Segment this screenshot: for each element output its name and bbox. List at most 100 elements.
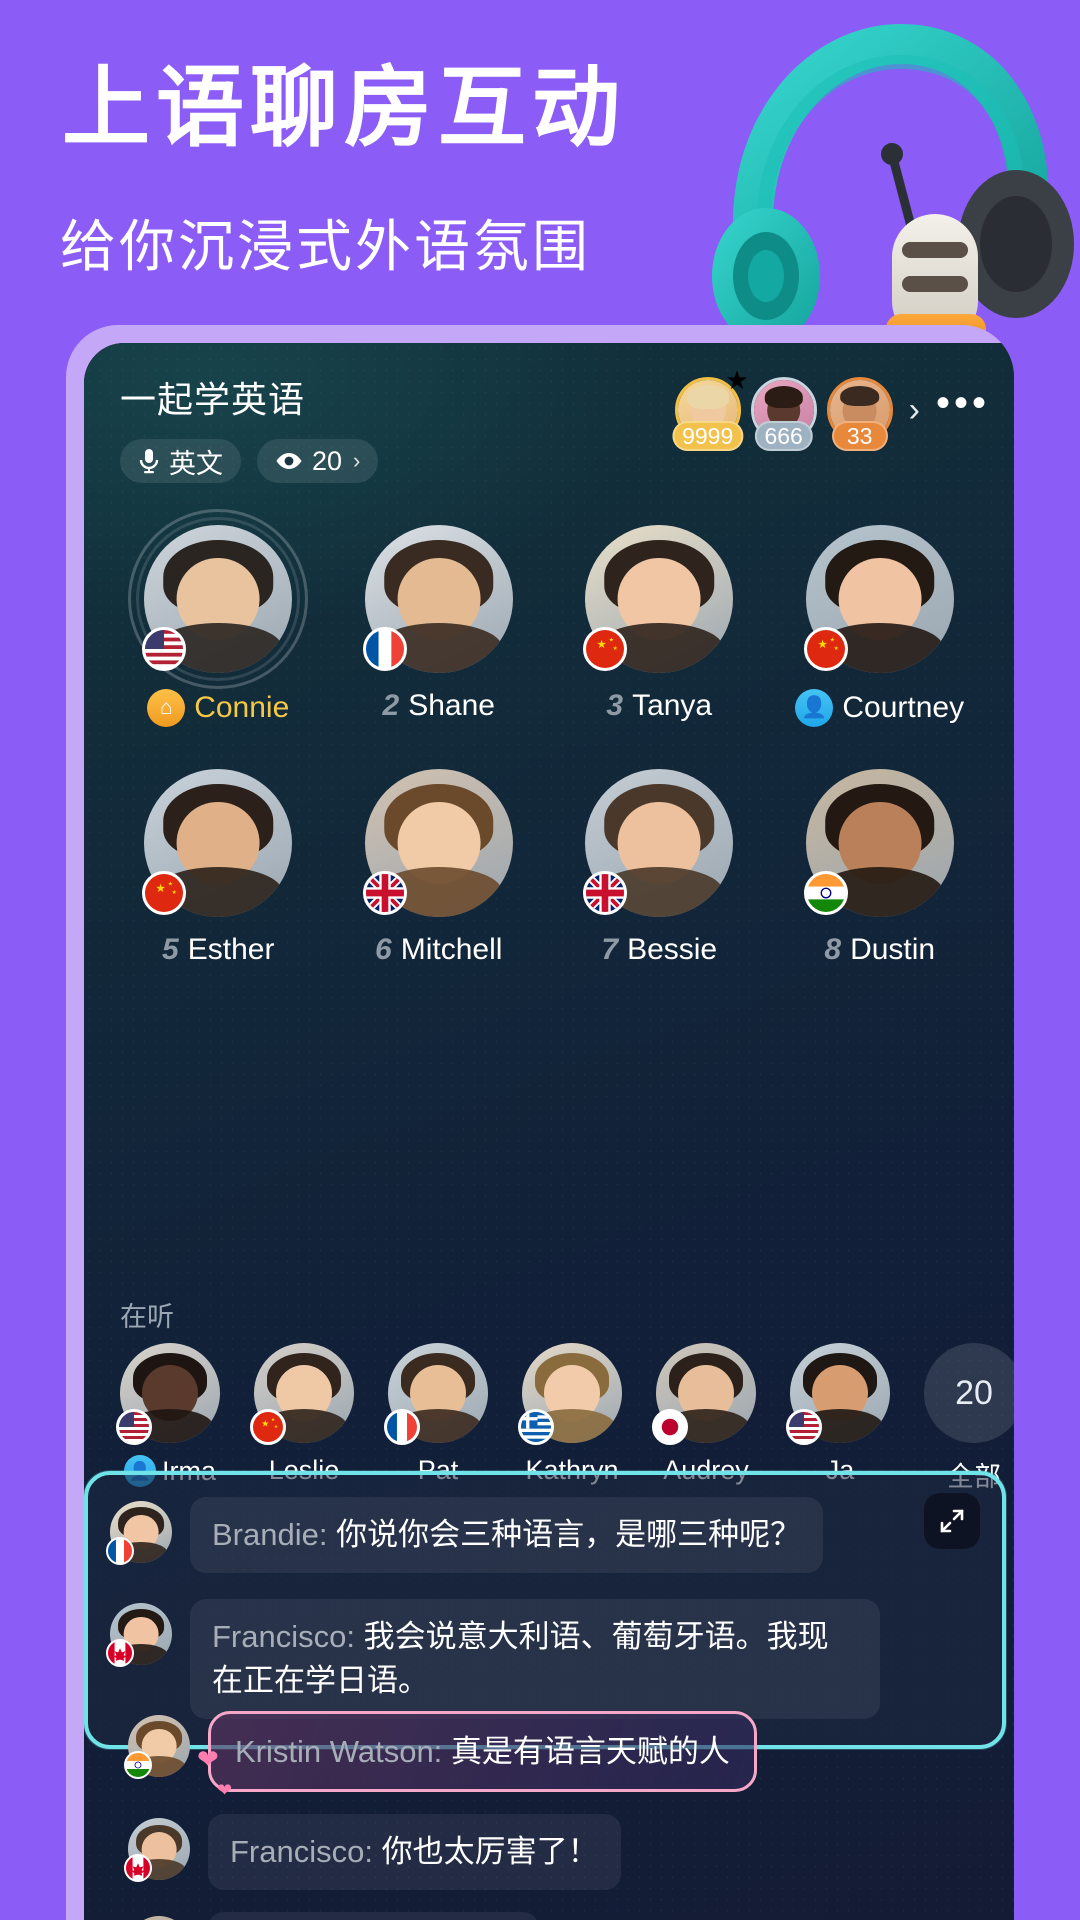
highlighted-messages: Brandie: 你说你会三种语言，是哪三种呢？ Francisco: 我会说意大… <box>106 1497 980 1720</box>
viewers-chip[interactable]: 20 › <box>257 439 379 483</box>
message-avatar-wrap <box>124 1818 190 1883</box>
svg-text:★: ★ <box>271 1417 275 1422</box>
message-bubble: Francisco: 你也太厉害了！ <box>208 1814 621 1891</box>
seat-number: 2 <box>382 689 400 722</box>
chevron-right-icon: › <box>353 448 361 473</box>
heart-icon: ❤ <box>197 1744 219 1774</box>
message-bubble: ❤ ❤ Kristin Watson: 真是有语言天赋的人 <box>197 1711 757 1800</box>
listener-avatar-wrap <box>384 1343 488 1445</box>
flag-icon-cn: ★ ★ ★ <box>803 627 848 671</box>
svg-text:★: ★ <box>168 880 173 887</box>
room-header-left: 一起学英语 英文 20 › <box>120 371 379 483</box>
message-avatar-wrap <box>106 1603 172 1668</box>
contributor-rank-2[interactable]: 666 <box>750 377 817 451</box>
chat-message[interactable]: Francisco: 你也太厉害了！ <box>124 1814 998 1891</box>
chat-message[interactable]: Priscilla: 给你鼓掌👏 <box>128 1912 998 1920</box>
chat-message-list[interactable]: ❤ ❤ Kristin Watson: 真是有语言天赋的人 Francisco: 你也… <box>124 1711 998 1920</box>
flag-icon-jp <box>652 1409 688 1445</box>
svg-text:★: ★ <box>613 645 618 652</box>
moderator-badge-icon: 👤 <box>795 689 834 727</box>
contributor-count: 9999 <box>672 421 744 451</box>
crown-icon: ★ <box>725 365 749 395</box>
flag-icon-fr <box>106 1537 134 1565</box>
flag-icon-cn: ★ ★ ★ <box>583 627 628 671</box>
microphone-icon <box>139 449 159 474</box>
speaker-seat-esther[interactable]: ★ ★ ★ 5 Esther <box>108 769 329 967</box>
avatar <box>128 1916 190 1920</box>
flag-icon-ca <box>106 1639 134 1668</box>
speaker-seat-mitchell[interactable]: 6 Mitchell <box>329 769 550 967</box>
message-bubble: Priscilla: 给你鼓掌👏 <box>208 1912 539 1920</box>
more-horizontal-icon[interactable]: ••• <box>936 383 990 425</box>
expand-arrows-icon[interactable] <box>924 1493 980 1549</box>
flag-icon-cn: ★ ★ ★ <box>250 1409 286 1445</box>
flag-icon-gb <box>362 871 407 915</box>
speaker-seat-shane[interactable]: 2 Shane <box>329 525 550 727</box>
contributor-count: 666 <box>754 421 813 451</box>
contributor-rank-1[interactable]: ★ 9999 <box>672 365 749 451</box>
message-bubble: Francisco: 我会说意大利语、葡萄牙语。我现在正在学日语。 <box>190 1599 880 1720</box>
seat-avatar-wrap: ★ ★ ★ <box>583 525 734 673</box>
language-chip[interactable]: 英文 <box>120 439 241 483</box>
listener-avatar-wrap: ★ ★ ★ <box>250 1343 354 1445</box>
seat-avatar-wrap <box>362 769 513 917</box>
listener-irma[interactable]: 👤Irma <box>114 1343 226 1487</box>
listener-audrey[interactable]: Audrey <box>650 1343 762 1486</box>
seat-label: 8 Dustin <box>824 933 935 967</box>
seat-number: 3 <box>606 689 624 722</box>
speaker-seat-dustin[interactable]: 8 Dustin <box>770 769 991 967</box>
seat-avatar-wrap: ★ ★ ★ <box>142 769 293 917</box>
contributor-rank-3[interactable]: 33 <box>826 377 893 451</box>
svg-text:★: ★ <box>172 889 177 896</box>
top-contributors[interactable]: ★ 9999 666 33 <box>672 365 893 451</box>
seat-avatar-wrap: ★ ★ ★ <box>803 525 954 673</box>
flag-icon-in <box>124 1751 152 1779</box>
listener-pat[interactable]: Pat <box>382 1343 494 1486</box>
heart-icon-small: ❤ <box>217 1780 233 1801</box>
seat-avatar-wrap <box>803 769 954 917</box>
chat-message[interactable]: Francisco: 我会说意大利语、葡萄牙语。我现在正在学日语。 <box>106 1599 980 1720</box>
chat-message[interactable]: ❤ ❤ Kristin Watson: 真是有语言天赋的人 <box>124 1711 998 1800</box>
message-bubble: Brandie: 你说你会三种语言，是哪三种呢？ <box>190 1497 824 1574</box>
speaker-seat-connie[interactable]: ⌂ Connie <box>108 509 329 727</box>
seat-label: 3 Tanya <box>606 689 712 723</box>
hero-banner: 上语聊房互动 给你沉浸式外语氛围 <box>0 0 1080 394</box>
listener-leslie[interactable]: ★ ★ ★ Leslie <box>248 1343 360 1486</box>
chat-message[interactable]: Brandie: 你说你会三种语言，是哪三种呢？ <box>106 1497 980 1574</box>
flag-icon-fr <box>362 627 407 671</box>
room-meta-chips: 英文 20 › <box>120 439 379 483</box>
listener-avatar-wrap <box>786 1343 890 1445</box>
hero-subtitle: 给你沉浸式外语氛围 <box>60 215 591 278</box>
message-sender: Brandie: <box>212 1517 328 1552</box>
speaker-seat-bessie[interactable]: 7 Bessie <box>549 769 770 967</box>
seat-name: Esther <box>187 933 275 966</box>
seat-name: Mitchell <box>400 933 503 966</box>
seat-avatar-wrap <box>583 769 734 917</box>
host-badge-icon: ⌂ <box>147 689 186 727</box>
seat-number: 6 <box>375 933 392 966</box>
flag-icon-in <box>803 871 848 915</box>
listener-avatar-wrap <box>652 1343 756 1445</box>
speaker-seat-tanya[interactable]: ★ ★ ★ 3 Tanya <box>549 525 770 727</box>
seat-label: 👤 Courtney <box>795 689 964 727</box>
seat-avatar-wrap <box>128 509 309 689</box>
hero-title: 上语聊房互动 <box>62 58 627 157</box>
flag-icon-gb <box>583 871 628 915</box>
listener-avatar-wrap <box>518 1343 622 1445</box>
listener-avatar-wrap <box>116 1343 220 1445</box>
eye-icon <box>276 453 302 469</box>
speaker-seat-courtney[interactable]: ★ ★ ★ 👤 Courtney <box>770 525 991 727</box>
listener-ja[interactable]: Ja <box>784 1343 896 1486</box>
seat-name: Bessie <box>627 933 718 966</box>
chat-highlight-panel: Brandie: 你说你会三种语言，是哪三种呢？ Francisco: 我会说意大… <box>84 1471 1006 1750</box>
contributors-chevron-icon[interactable]: › <box>905 391 924 430</box>
seat-number: 8 <box>824 933 842 966</box>
svg-text:★: ★ <box>597 639 607 651</box>
seat-name: Courtney <box>842 691 965 724</box>
listener-kathryn[interactable]: Kathryn <box>516 1343 628 1486</box>
listener-total-count: 20 <box>924 1343 1014 1443</box>
language-chip-label: 英文 <box>169 448 223 479</box>
svg-text:★: ★ <box>156 883 166 895</box>
viewers-count: 20 <box>312 445 343 476</box>
voice-room-screen: 一起学英语 英文 20 › ★ 9999 666 33 › ••• ⌂ Conn… <box>84 343 1014 1920</box>
